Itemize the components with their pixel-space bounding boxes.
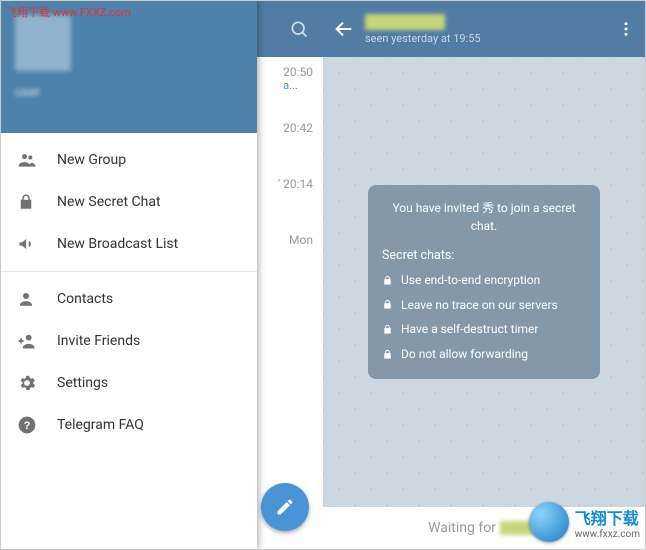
chat-body: You have invited 秀 to join a secret chat… [323,57,645,507]
lock-icon [382,324,393,335]
more-icon[interactable] [617,20,635,38]
watermark-logo [529,502,569,542]
megaphone-icon [17,234,57,254]
chat-header: seen yesterday at 19:55 [323,1,645,57]
info-bullet: Leave no trace on our servers [382,296,586,315]
person-icon [17,290,57,308]
info-section: Secret chats: [382,246,586,265]
drawer-item-new-secret-chat[interactable]: New Secret Chat [1,181,257,223]
app-container: 20:50a... 20:42 ‘ 20:14 Mon user New Gro… [0,0,646,550]
help-icon: ? [17,415,57,435]
drawer-item-invite-friends[interactable]: Invite Friends [1,320,257,362]
drawer-item-label: New Group [57,152,126,168]
compose-fab[interactable] [261,483,309,531]
drawer-item-label: Contacts [57,291,113,307]
watermark-label: 飞翔下载 [575,505,640,529]
nav-drawer: user New Group New Secret Chat New Broad… [1,1,257,549]
svg-text:?: ? [24,420,31,432]
drawer-item-label: Settings [57,375,108,391]
chat-contact-name [365,14,445,30]
avatar [15,15,71,71]
person-add-icon [17,331,57,351]
divider [1,271,257,272]
lock-icon [382,299,393,310]
search-icon[interactable] [289,19,309,39]
info-bullet: Do not allow forwarding [382,345,586,364]
watermark-bottom-right: 飞翔下载 www.fxxz.com [529,502,640,542]
drawer-item-contacts[interactable]: Contacts [1,278,257,320]
drawer-item-label: New Secret Chat [57,194,161,210]
drawer-item-new-broadcast[interactable]: New Broadcast List [1,223,257,265]
info-bullet: Use end-to-end encryption [382,271,586,290]
drawer-header: user [1,1,257,133]
footer-text: Waiting for [428,520,496,536]
lock-icon [382,349,393,360]
lock-icon [382,275,393,286]
left-pane: 20:50a... 20:42 ‘ 20:14 Mon user New Gro… [1,1,323,549]
drawer-item-new-group[interactable]: New Group [1,139,257,181]
drawer-item-settings[interactable]: Settings [1,362,257,404]
drawer-item-label: Invite Friends [57,333,140,349]
right-pane: seen yesterday at 19:55 You have invited… [323,1,645,549]
username: user [15,85,243,100]
info-bullet: Have a self-destruct timer [382,320,586,339]
back-icon[interactable] [333,18,355,40]
lock-icon [17,193,57,211]
drawer-item-faq[interactable]: ? Telegram FAQ [1,404,257,446]
secret-chat-info: You have invited 秀 to join a secret chat… [368,185,600,380]
chat-last-seen: seen yesterday at 19:55 [365,32,617,45]
drawer-item-label: Telegram FAQ [57,417,144,433]
watermark-top-left: 飞翔下载 www.FXXZ.com [6,4,131,20]
info-header: You have invited 秀 to join a secret chat… [382,199,586,236]
drawer-item-label: New Broadcast List [57,236,178,252]
gear-icon [17,373,57,393]
group-icon [17,150,57,170]
watermark-url: www.fxxz.com [575,529,640,540]
